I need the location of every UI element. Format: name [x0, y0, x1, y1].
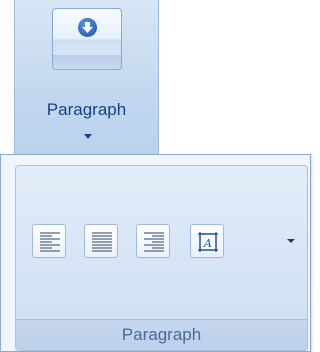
align-right-button[interactable] — [136, 224, 170, 258]
paragraph-group-label: Paragraph — [46, 100, 127, 119]
paragraph-group-caption: Paragraph — [16, 319, 307, 350]
text-box-icon: A — [198, 232, 218, 252]
more-options-arrow-icon[interactable] — [287, 239, 295, 243]
chevron-down-icon — [84, 134, 92, 139]
align-right-icon — [144, 232, 164, 252]
svg-text:A: A — [203, 237, 212, 250]
paragraph-group: A Paragraph — [15, 165, 308, 351]
paragraph-group-icon — [52, 8, 122, 70]
justify-button[interactable] — [84, 224, 118, 258]
align-justify-icon — [92, 232, 112, 252]
align-left-icon — [40, 232, 60, 252]
paragraph-group-button[interactable]: Paragraph — [14, 0, 159, 176]
text-box-button[interactable]: A — [190, 224, 224, 258]
paragraph-popup: A Paragraph — [0, 154, 311, 352]
align-left-button[interactable] — [32, 224, 66, 258]
